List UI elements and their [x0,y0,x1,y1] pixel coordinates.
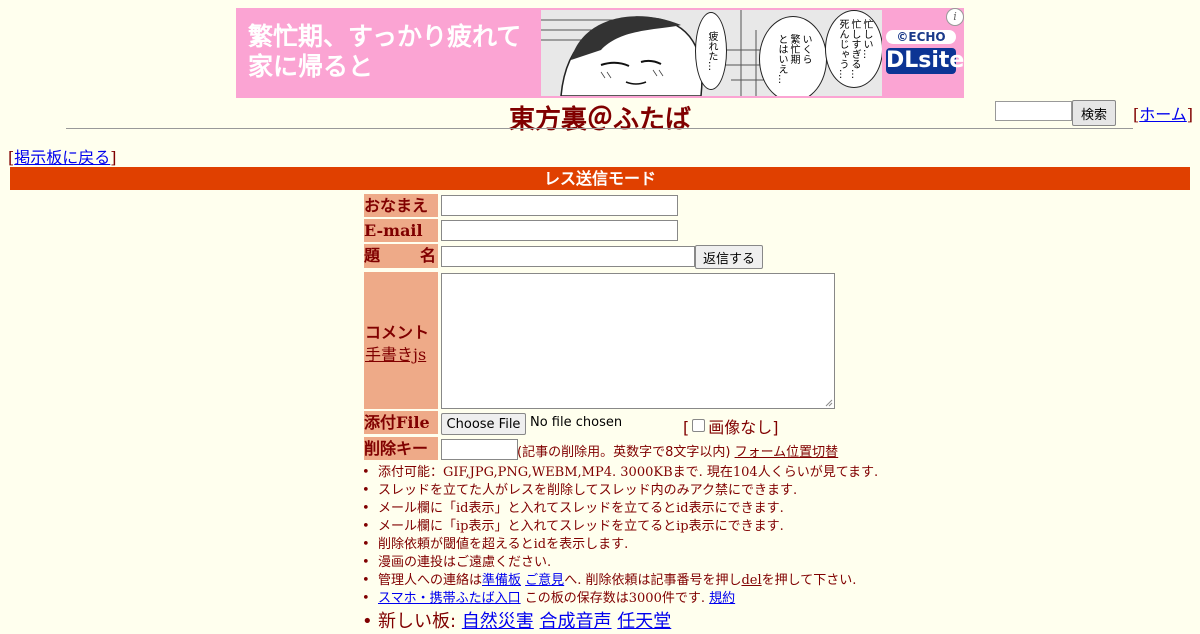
no-image-label: 画像なし] [708,418,779,437]
ad-info-icon[interactable]: i [946,8,964,26]
new-boards-label: 新しい板: [378,611,462,632]
ad-banner[interactable]: 繁忙期、すっかり疲れて 家に帰ると 疲れた… いくら 繁忙期 とはいえ… 忙しい… [236,8,964,98]
back-bracket-close: ] [110,148,117,167]
comment-label-cell: コメント 手書きjs [364,272,438,409]
ad-headline-line2: 家に帰ると [248,52,374,81]
note-attachments: 添付可能：GIF,JPG,PNG,WEBM,MP4. 3000KBまで. 現在1… [362,464,878,482]
note-contact-mid: へ. 削除依頼は記事番号を押し [564,573,742,588]
file-label: 添付File [364,411,438,434]
home-bracket-close: ] [1186,105,1194,124]
feedback-link[interactable]: ご意見 [525,573,564,588]
no-image-bracket: [ [683,418,690,437]
resize-handle-icon[interactable] [825,399,833,407]
delkey-note-wrapper: (記事の削除用。英数字で8文字以内) フォーム位置切替 [517,441,838,460]
email-field[interactable] [441,220,678,241]
speech-bubble-busy-season-text: いくら 繁忙期 とはいえ… [776,34,811,84]
board-link-disaster[interactable]: 自然災害 [462,611,534,632]
tegaki-link[interactable]: 手書きjs [365,341,426,365]
delkey-label: 削除キー [364,437,438,460]
del-link[interactable]: del [741,573,761,588]
search-input[interactable] [995,101,1072,121]
back-link-wrapper: [掲示板に戻る] [8,144,117,168]
submit-reply-button[interactable]: 返信する [695,245,763,269]
note-manga-spam: 漫画の連投はご遠慮ください. [362,554,878,572]
logo-brand: DLsite [886,48,964,74]
delkey-note: (記事の削除用。英数字で8文字以内) [517,445,731,460]
no-image-checkbox[interactable] [692,419,706,432]
speech-bubble-too-busy: 忙しい… 忙しすぎる… 死んじゃう… [825,10,882,88]
board-link-synth-voice[interactable]: 合成音声 [540,611,612,632]
mobile-entry-link[interactable]: スマホ・携帯ふたば入口 [378,591,521,606]
note-delete-threshold: 削除依頼が閾値を超えるとidを表示します. [362,536,878,554]
prep-board-link[interactable]: 準備板 [482,573,521,588]
note-id-display: メール欄に「id表示」と入れてスレッドを立てるとid表示にできます. [362,500,878,518]
speech-bubble-busy-season: いくら 繁忙期 とはいえ… [759,16,827,96]
board-notes: 添付可能：GIF,JPG,PNG,WEBM,MP4. 3000KBまで. 現在1… [362,464,878,634]
terms-link[interactable]: 規約 [709,591,735,606]
subject-label-b: 名 [420,246,437,265]
logo-copyright: ©ECHO [886,30,956,44]
subject-label: 題名 [364,244,438,268]
note-ip-display: メール欄に「ip表示」と入れてスレッドを立てるとip表示にできます. [362,518,878,536]
board-link-nintendo[interactable]: 任天堂 [617,611,671,632]
header-divider [66,128,1133,129]
speech-bubble-tired: 疲れた… [695,12,727,90]
name-field[interactable] [441,195,678,216]
note-contact-post: を押して下さい. [761,573,857,588]
choose-file-button[interactable]: Choose File [441,413,526,435]
note-mobile: スマホ・携帯ふたば入口 この板の保存数は3000件です. 規約 [362,590,878,608]
note-new-boards: 新しい板: 自然災害 合成音声 任天堂 [362,610,878,634]
ad-headline: 繁忙期、すっかり疲れて 家に帰ると [248,22,521,82]
manga-panel-image: 疲れた… いくら 繁忙期 とはいえ… 忙しい… 忙しすぎる… 死んじゃう… [541,10,882,96]
note-contact-admin: 管理人への連絡は準備板 ご意見へ. 削除依頼は記事番号を押しdelを押して下さい… [362,572,878,590]
search-button[interactable]: 検索 [1072,100,1116,126]
reply-mode-bar: レス送信モード [10,167,1190,190]
file-status: No file chosen [530,415,623,430]
back-to-board-link[interactable]: 掲示板に戻る [14,148,110,167]
form-position-toggle-link[interactable]: フォーム位置切替 [735,445,839,460]
subject-field[interactable] [441,246,695,267]
note-contact-pre: 管理人への連絡は [378,573,483,588]
ad-headline-line1: 繁忙期、すっかり疲れて [248,22,522,51]
no-image-option: [ 画像なし] [683,414,779,438]
comment-label: コメント [365,323,430,342]
dlsite-logo: ©ECHO DLsite [886,30,964,74]
subject-label-a: 題 [364,246,381,265]
delkey-field[interactable] [441,439,518,460]
comment-textarea[interactable] [441,273,835,409]
note-thread-ban: スレッドを立てた人がレスを削除してスレッド内のみアク禁にできます. [362,482,878,500]
home-link[interactable]: ホーム [1139,105,1187,124]
speech-bubble-too-busy-text: 忙しい… 忙しすぎる… 死んじゃう… [837,19,872,79]
note-retention: この板の保存数は3000件です. [520,591,710,606]
home-link-wrapper: [ホーム] [1133,101,1193,125]
email-label: E-mail [364,219,438,242]
name-label: おなまえ [364,194,438,217]
